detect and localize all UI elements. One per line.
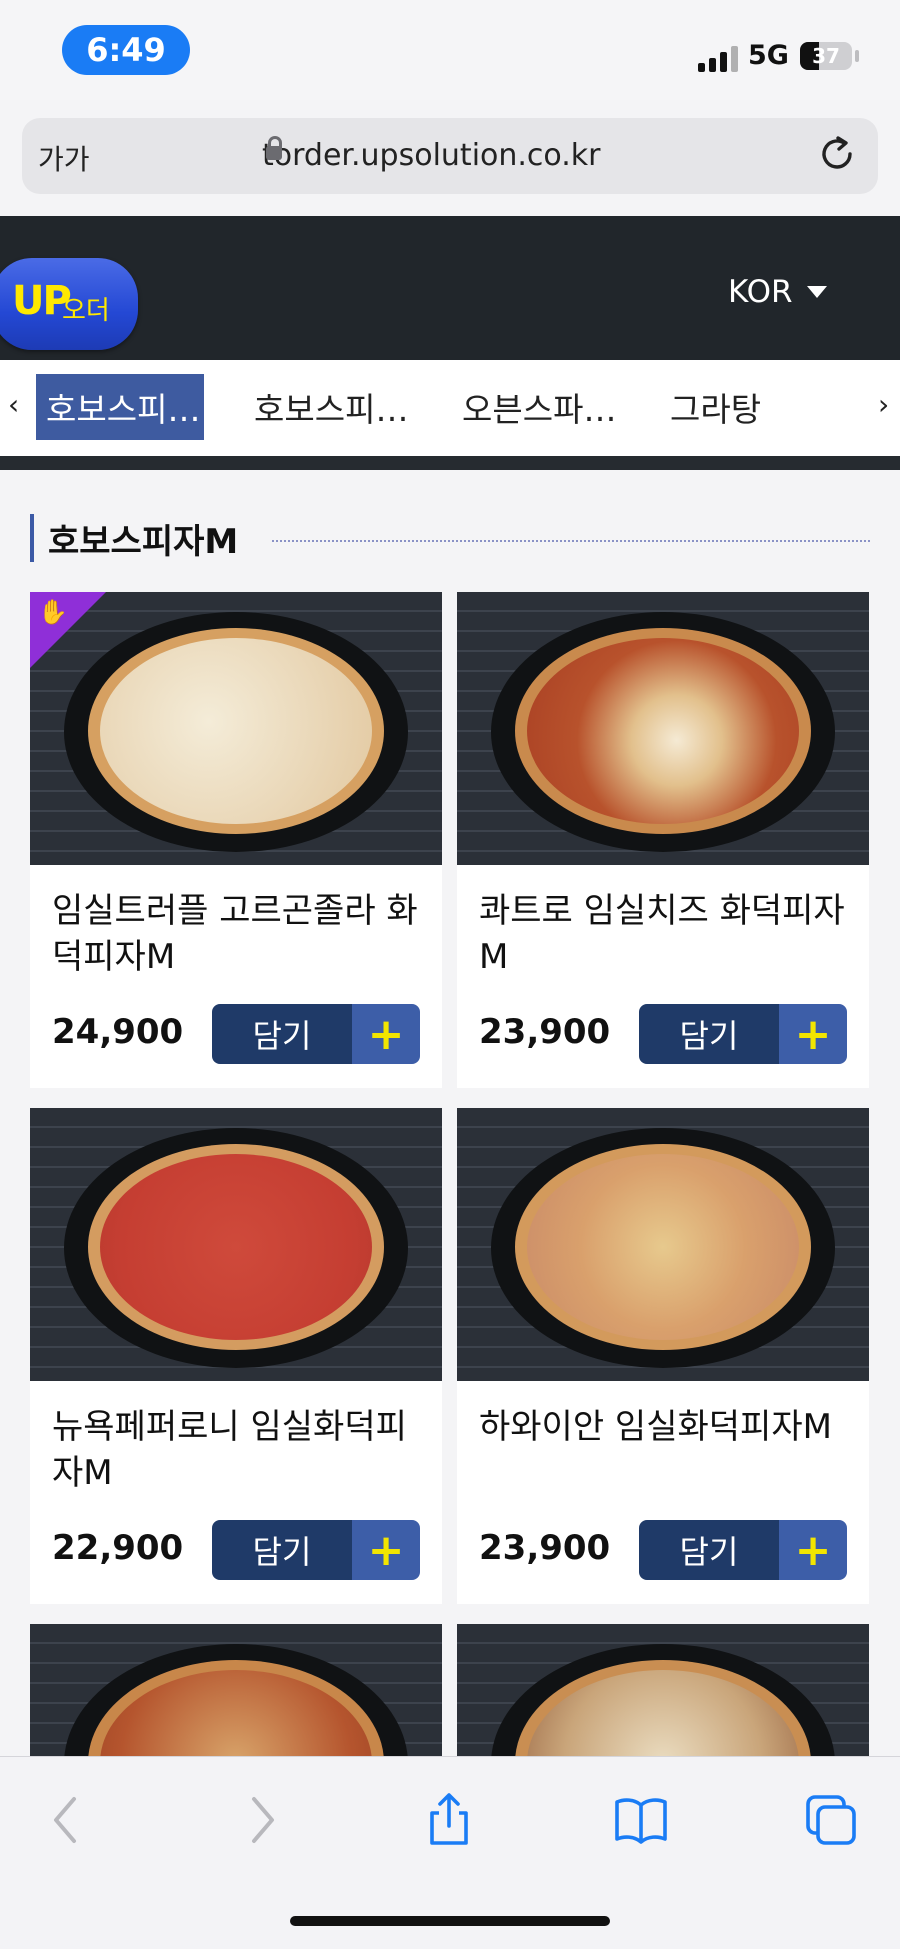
up-order-logo[interactable]: UP 오더 — [0, 258, 138, 350]
share-icon[interactable] — [422, 1793, 476, 1847]
forward-icon[interactable] — [234, 1793, 288, 1847]
product-image[interactable] — [30, 1624, 442, 1756]
reload-icon[interactable] — [814, 132, 860, 178]
language-label: KOR — [728, 274, 793, 310]
tab-category-1[interactable]: 호보스피… — [36, 374, 204, 440]
tabs-icon[interactable] — [804, 1793, 858, 1847]
section-divider — [272, 540, 870, 542]
tabs-next-arrow[interactable]: › — [878, 388, 889, 421]
lock-icon — [266, 136, 282, 160]
product-price: 22,900 — [52, 1528, 184, 1568]
product-name: 임실트러플 고르곤졸라 화덕피자M — [52, 891, 418, 977]
product-card[interactable]: ✋ 임실트러플 고르곤졸라 화덕피자M 24,900 담기 + — [30, 592, 442, 1088]
language-selector[interactable]: KOR — [728, 274, 827, 310]
add-label: 담기 — [212, 1520, 352, 1580]
product-image[interactable] — [457, 592, 869, 865]
address-bar[interactable]: 가가 torder.upsolution.co.kr — [22, 118, 878, 194]
status-bar: 6:49 5G 37 — [0, 0, 900, 100]
network-type: 5G — [748, 40, 789, 71]
bookmarks-icon[interactable] — [614, 1793, 668, 1847]
time-pill[interactable]: 6:49 — [62, 25, 190, 75]
battery-icon: 37 — [800, 42, 852, 70]
product-card[interactable] — [30, 1624, 442, 1756]
plus-icon: + — [352, 1004, 420, 1064]
tabs-prev-arrow[interactable]: ‹ — [8, 388, 19, 421]
product-card[interactable]: 뉴욕페퍼로니 임실화덕피자M 22,900 담기 + — [30, 1108, 442, 1604]
clock-time: 6:49 — [86, 31, 166, 69]
product-name: 콰트로 임실치즈 화덕피자M — [479, 891, 845, 977]
url-text[interactable]: torder.upsolution.co.kr — [262, 138, 601, 173]
tabs-divider — [0, 456, 900, 470]
tab-category-2[interactable]: 호보스피… — [254, 374, 408, 440]
plus-icon: + — [779, 1520, 847, 1580]
add-to-cart-button[interactable]: 담기 + — [212, 1004, 420, 1064]
add-to-cart-button[interactable]: 담기 + — [639, 1004, 847, 1064]
product-price: 23,900 — [479, 1528, 611, 1568]
battery-percent: 37 — [812, 44, 840, 68]
tab-category-3[interactable]: 오븐스파… — [462, 374, 616, 440]
product-price: 24,900 — [52, 1012, 184, 1052]
thumbs-up-icon: ✋ — [38, 598, 68, 626]
battery-cap — [855, 50, 859, 62]
text-size-button[interactable]: 가가 — [38, 138, 90, 178]
add-to-cart-button[interactable]: 담기 + — [212, 1520, 420, 1580]
product-card[interactable] — [457, 1624, 869, 1756]
back-icon[interactable] — [40, 1793, 94, 1847]
product-name: 뉴욕페퍼로니 임실화덕피자M — [52, 1407, 407, 1493]
caret-down-icon — [806, 286, 827, 298]
plus-icon: + — [779, 1004, 847, 1064]
add-label: 담기 — [639, 1004, 779, 1064]
section-title: 호보스피자M — [48, 522, 239, 562]
product-image[interactable] — [457, 1108, 869, 1381]
home-indicator[interactable] — [290, 1916, 610, 1926]
product-image[interactable] — [30, 1108, 442, 1381]
product-card[interactable]: 하와이안 임실화덕피자M 23,900 담기 + — [457, 1108, 869, 1604]
pizza-image — [88, 1144, 384, 1350]
pizza-image — [88, 628, 384, 834]
product-card[interactable]: 콰트로 임실치즈 화덕피자M 23,900 담기 + — [457, 592, 869, 1088]
logo-order-text: 오더 — [62, 296, 110, 326]
product-image[interactable]: ✋ — [30, 592, 442, 865]
product-price: 23,900 — [479, 1012, 611, 1052]
add-label: 담기 — [212, 1004, 352, 1064]
tab-category-4[interactable]: 그라탕 — [670, 374, 761, 440]
product-image[interactable] — [457, 1624, 869, 1756]
plus-icon: + — [352, 1520, 420, 1580]
pizza-image — [515, 628, 811, 834]
add-label: 담기 — [639, 1520, 779, 1580]
category-tabs: ‹ 호보스피… 호보스피… 오븐스파… 그라탕 › — [0, 360, 900, 456]
section-marker — [30, 514, 34, 562]
cellular-signal-icon — [698, 42, 738, 72]
product-name: 하와이안 임실화덕피자M — [479, 1407, 832, 1447]
add-to-cart-button[interactable]: 담기 + — [639, 1520, 847, 1580]
pizza-image — [515, 1144, 811, 1350]
